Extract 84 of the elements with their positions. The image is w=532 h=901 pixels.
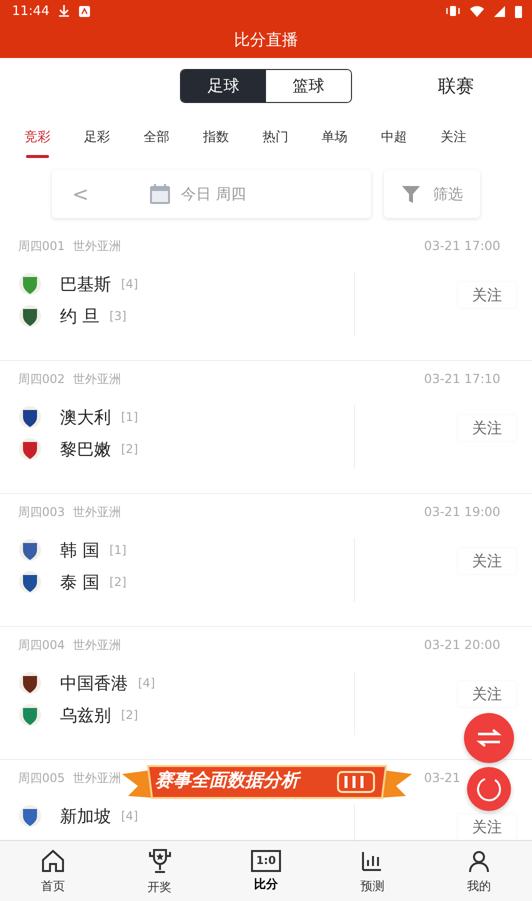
- nav-label: 开奖: [148, 878, 172, 896]
- category-tab[interactable]: 单场: [304, 114, 364, 160]
- vibrate-icon: [446, 5, 460, 17]
- nav-item[interactable]: 预测: [319, 841, 426, 901]
- nav-label: 我的: [466, 878, 491, 894]
- team-crest-icon: [18, 671, 42, 695]
- category-tab[interactable]: 竞彩: [8, 114, 68, 160]
- nav-item[interactable]: 首页: [0, 841, 106, 901]
- team-rank: [4]: [121, 277, 138, 291]
- team-name: 新加坡: [60, 806, 111, 828]
- signal-icon: [494, 6, 505, 16]
- nav-label: 比分: [254, 876, 278, 892]
- follow-button[interactable]: 关注: [458, 681, 516, 707]
- home-icon: [40, 848, 66, 874]
- match-code: 周四001: [18, 238, 65, 255]
- category-tab[interactable]: 中超: [364, 114, 424, 160]
- team-rank: [3]: [109, 309, 126, 323]
- sport-tab[interactable]: 足球: [181, 70, 266, 102]
- category-tab[interactable]: 全部: [126, 114, 186, 160]
- match-code: 周四002: [18, 371, 65, 388]
- team-rank: [1]: [121, 410, 138, 424]
- notification-icon: [79, 6, 90, 16]
- league-name: 世外亚洲: [72, 371, 121, 388]
- team-name: 澳大利: [60, 406, 111, 428]
- team-rank: [2]: [121, 442, 138, 456]
- match-time: 03-21: [424, 770, 460, 785]
- match-time: 03-21 17:10: [424, 371, 500, 386]
- follow-button[interactable]: 关注: [458, 814, 516, 840]
- league-name: 世外亚洲: [72, 637, 121, 654]
- filter-icon: [401, 184, 421, 204]
- category-tab[interactable]: 足彩: [67, 114, 127, 160]
- swap-icon: [476, 728, 502, 748]
- team-crest-icon: [18, 538, 42, 562]
- date-label: 今日 周四: [181, 184, 246, 204]
- nav-label: 首页: [41, 878, 66, 894]
- team-name: 韩 国: [60, 540, 100, 562]
- team-crest-icon: [18, 272, 42, 296]
- nav-item[interactable]: 我的: [426, 841, 532, 901]
- league-name: 世外亚洲: [72, 504, 121, 521]
- team-rank: [2]: [121, 708, 138, 722]
- team-name: 泰 国: [60, 572, 100, 594]
- match-time: 03-21 20:00: [424, 637, 500, 652]
- page-title: 比分直播: [233, 28, 299, 50]
- wifi-icon: [470, 6, 484, 16]
- team-crest-icon: [18, 437, 42, 461]
- league-name: 世外亚洲: [72, 770, 121, 787]
- download-icon: [59, 5, 70, 17]
- banner-text: 赛事全面数据分析: [155, 769, 299, 792]
- nav-item[interactable]: 1:0 比分: [212, 841, 320, 901]
- match-code: 周四005: [18, 770, 65, 787]
- team-name: 乌兹别: [60, 704, 111, 726]
- team-crest-icon: [18, 703, 42, 727]
- score-icon: 1:0: [251, 850, 281, 872]
- category-tab[interactable]: 关注: [424, 114, 484, 160]
- league-button[interactable]: 联赛: [432, 73, 480, 99]
- team-rank: [4]: [138, 676, 155, 690]
- nav-item[interactable]: 开奖: [106, 841, 213, 901]
- team-rank: [2]: [109, 575, 126, 589]
- match-time: 03-21 19:00: [424, 504, 500, 519]
- team-rank: [4]: [121, 809, 138, 823]
- team-crest-icon: [18, 304, 42, 328]
- team-name: 中国香港: [60, 672, 128, 694]
- category-tab[interactable]: 指数: [186, 114, 246, 160]
- team-crest-icon: [18, 405, 42, 429]
- category-tab[interactable]: 热门: [246, 114, 305, 160]
- team-name: 巴基斯: [60, 274, 111, 296]
- team-name: 黎巴嫩: [60, 438, 111, 460]
- follow-button[interactable]: 关注: [458, 282, 516, 308]
- team-rank: [1]: [109, 543, 126, 557]
- team-name: 约 旦: [60, 306, 100, 328]
- battery-icon: [515, 4, 522, 18]
- match-code: 周四003: [18, 504, 65, 521]
- status-time: 11:44: [12, 4, 50, 18]
- follow-button[interactable]: 关注: [458, 548, 516, 574]
- calendar-icon: [149, 183, 171, 205]
- match-code: 周四004: [18, 637, 65, 654]
- nav-label: 预测: [360, 878, 384, 894]
- refresh-button[interactable]: [467, 767, 511, 811]
- team-crest-icon: [18, 804, 42, 828]
- swap-button[interactable]: [464, 713, 514, 763]
- follow-button[interactable]: 关注: [458, 415, 516, 441]
- league-name: 世外亚洲: [72, 238, 121, 255]
- team-crest-icon: [18, 570, 42, 594]
- match-time: 03-21 17:00: [424, 238, 500, 253]
